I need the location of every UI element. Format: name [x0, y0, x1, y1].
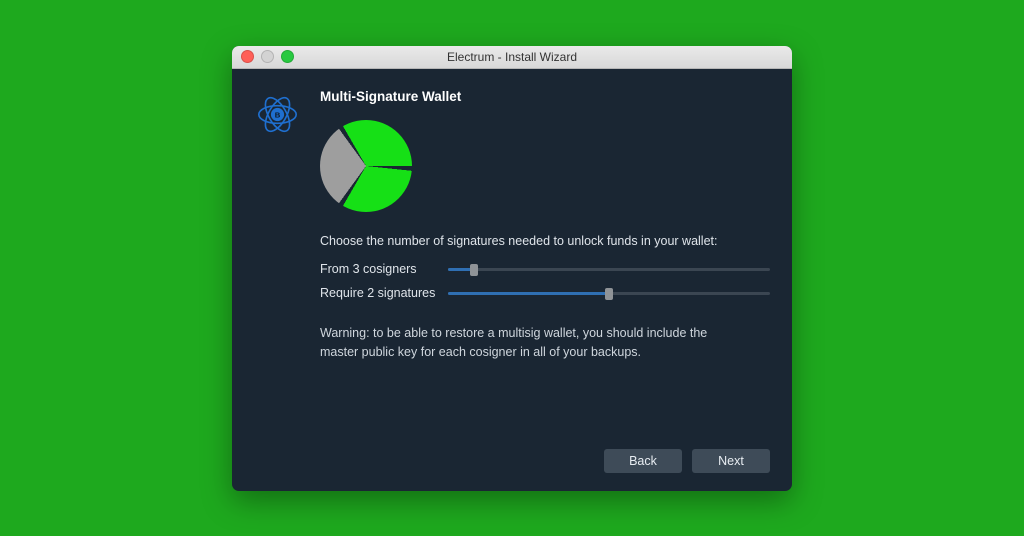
slider-thumb-icon[interactable] [605, 288, 613, 300]
warning-text: Warning: to be able to restore a multisi… [320, 324, 740, 360]
slider-thumb-icon[interactable] [470, 264, 478, 276]
signatures-label: Require 2 signatures [320, 284, 448, 302]
cosigners-label: From 3 cosigners [320, 260, 448, 278]
titlebar: Electrum - Install Wizard [232, 46, 792, 69]
cosigners-row: From 3 cosigners [320, 260, 770, 278]
back-button[interactable]: Back [604, 449, 682, 473]
next-button[interactable]: Next [692, 449, 770, 473]
install-wizard-window: Electrum - Install Wizard B Multi-Signat… [232, 46, 792, 491]
svg-text:B: B [275, 110, 281, 119]
window-title: Electrum - Install Wizard [232, 50, 792, 64]
wizard-footer: Back Next [232, 449, 792, 491]
multisig-pie-chart [320, 120, 412, 212]
signatures-slider[interactable] [448, 286, 770, 300]
electrum-logo-icon: B [250, 87, 305, 142]
cosigners-slider[interactable] [448, 262, 770, 276]
signatures-row: Require 2 signatures [320, 284, 770, 302]
page-heading: Multi-Signature Wallet [320, 87, 770, 107]
instruction-text: Choose the number of signatures needed t… [320, 232, 770, 250]
wizard-content: Multi-Signature Wallet Choose the number… [320, 87, 770, 435]
